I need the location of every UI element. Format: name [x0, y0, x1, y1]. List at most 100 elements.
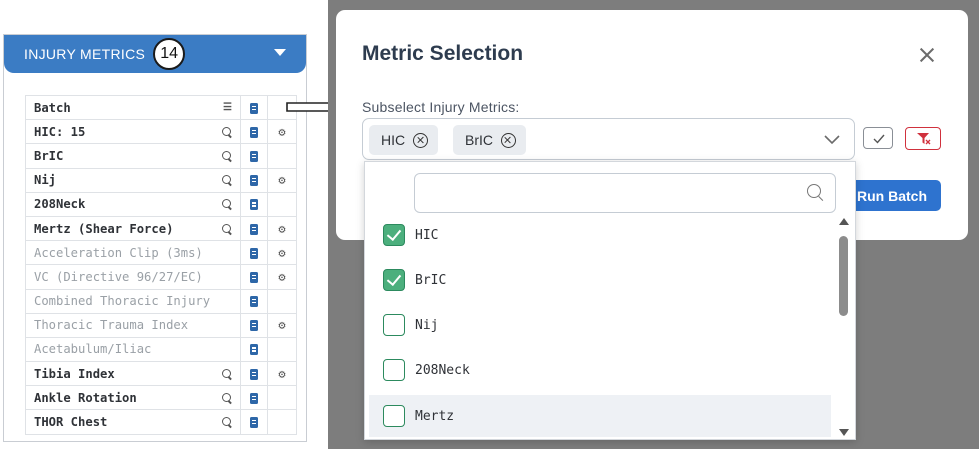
search-icon[interactable] — [222, 126, 232, 137]
metric-name-cell[interactable]: Batch ☰ — [25, 94, 241, 121]
settings-cell — [267, 288, 297, 314]
close-icon[interactable] — [917, 45, 937, 65]
search-icon[interactable] — [222, 150, 232, 161]
metric-name-cell[interactable]: Acetabulum/Iliac — [25, 336, 241, 363]
book-icon[interactable] — [250, 368, 258, 380]
metric-row[interactable]: THOR Chest — [25, 409, 297, 435]
doc-cell — [240, 385, 268, 411]
metric-row[interactable]: VC (Directive 96/27/EC) ⚙ — [25, 264, 297, 290]
metric-name-wrap: Ankle Rotation — [34, 391, 240, 405]
metric-row[interactable]: 208Neck — [25, 191, 297, 217]
doc-cell — [240, 167, 268, 193]
injury-metrics-title: INJURY METRICS — [24, 46, 146, 62]
book-icon[interactable] — [250, 175, 258, 187]
metric-row[interactable]: Combined Thoracic Injury — [25, 288, 297, 314]
checkbox-checked-icon[interactable] — [383, 224, 405, 246]
list-check-icon[interactable]: ☰ — [223, 102, 232, 113]
metric-list: Batch ☰ HIC: 15 ⚙ BrIC Nij ⚙ 208Neck Mertz (Shea… — [25, 94, 297, 435]
dropdown-search-input[interactable] — [414, 173, 836, 213]
book-icon[interactable] — [250, 296, 258, 308]
metric-name-cell[interactable]: Thoracic Trauma Index — [25, 312, 241, 338]
metric-name-cell[interactable]: 208Neck — [25, 191, 241, 217]
remove-chip-icon[interactable] — [413, 132, 429, 148]
gear-icon[interactable]: ⚙ — [278, 246, 285, 260]
checkbox-icon[interactable] — [383, 405, 405, 427]
search-icon[interactable] — [222, 417, 232, 427]
doc-cell — [240, 240, 268, 266]
book-icon[interactable] — [250, 392, 258, 404]
book-icon[interactable] — [250, 223, 258, 235]
metric-name-cell[interactable]: Combined Thoracic Injury — [25, 288, 241, 314]
metric-row[interactable]: BrIC — [25, 143, 297, 169]
search-icon[interactable] — [222, 175, 232, 185]
metric-name-cell[interactable]: VC (Directive 96/27/EC) — [25, 264, 241, 290]
doc-cell — [240, 288, 268, 314]
metric-row[interactable]: Acetabulum/Iliac — [25, 336, 297, 363]
dropdown-option[interactable]: HIC — [369, 214, 831, 256]
scroll-down-arrow-icon[interactable] — [839, 429, 849, 436]
dropdown-option[interactable]: Mertz — [369, 395, 831, 437]
book-icon[interactable] — [250, 102, 258, 114]
metric-row[interactable]: Tibia Index ⚙ — [25, 361, 297, 387]
metric-label: Batch — [34, 100, 71, 115]
search-icon[interactable] — [222, 392, 232, 403]
metric-name-wrap: Combined Thoracic Injury — [34, 294, 240, 308]
book-icon[interactable] — [250, 150, 258, 162]
dropdown-option[interactable]: 208Neck — [369, 349, 831, 391]
metric-label: Thoracic Trauma Index — [34, 318, 189, 333]
check-icon — [873, 134, 885, 144]
metric-row[interactable]: Batch ☰ — [25, 94, 297, 121]
checkbox-checked-icon[interactable] — [383, 269, 405, 291]
doc-cell — [240, 264, 268, 290]
dropdown-option[interactable]: BrIC — [369, 259, 831, 301]
metric-row[interactable]: Acceleration Clip (3ms) ⚙ — [25, 240, 297, 266]
metric-name-cell[interactable]: BrIC — [25, 143, 241, 169]
checkbox-icon[interactable] — [383, 359, 405, 381]
scroll-thumb[interactable] — [839, 236, 848, 316]
checkbox-icon[interactable] — [383, 314, 405, 336]
search-icon[interactable] — [222, 368, 232, 379]
metric-row[interactable]: Thoracic Trauma Index ⚙ — [25, 312, 297, 338]
book-icon[interactable] — [250, 320, 258, 332]
metric-name-cell[interactable]: Tibia Index — [25, 361, 241, 387]
metric-name-cell[interactable]: Ankle Rotation — [25, 385, 241, 411]
metric-name-cell[interactable]: Nij — [25, 167, 241, 193]
doc-cell — [240, 143, 268, 169]
metric-label: THOR Chest — [34, 415, 108, 430]
metric-row[interactable]: Mertz (Shear Force) ⚙ — [25, 215, 297, 242]
metric-row[interactable]: Nij ⚙ — [25, 167, 297, 193]
gear-icon[interactable]: ⚙ — [278, 270, 285, 284]
book-icon[interactable] — [250, 344, 258, 356]
book-icon[interactable] — [250, 126, 258, 138]
caret-down-icon[interactable] — [274, 49, 286, 56]
gear-icon[interactable]: ⚙ — [278, 173, 285, 187]
metric-row[interactable]: Ankle Rotation — [25, 385, 297, 411]
book-icon[interactable] — [250, 271, 258, 283]
dropdown-option[interactable]: Nij — [369, 304, 831, 346]
injury-metrics-header[interactable]: INJURY METRICS 14 — [4, 35, 306, 73]
book-icon[interactable] — [250, 247, 258, 259]
search-icon[interactable] — [222, 223, 232, 234]
book-icon[interactable] — [250, 199, 258, 211]
metric-name-cell[interactable]: Acceleration Clip (3ms) — [25, 240, 241, 266]
gear-icon[interactable]: ⚙ — [278, 222, 285, 236]
scroll-up-arrow-icon[interactable] — [839, 218, 849, 225]
metric-row[interactable]: HIC: 15 ⚙ — [25, 119, 297, 145]
book-icon[interactable] — [250, 417, 258, 429]
metric-name-cell[interactable]: THOR Chest — [25, 409, 241, 435]
doc-cell — [240, 94, 268, 121]
gear-icon[interactable]: ⚙ — [278, 318, 285, 332]
dropdown-scrollbar[interactable] — [837, 218, 851, 436]
gear-icon[interactable]: ⚙ — [278, 367, 285, 381]
select-all-button[interactable] — [863, 127, 893, 149]
chevron-down-icon[interactable] — [823, 133, 841, 145]
metric-name-cell[interactable]: HIC: 15 — [25, 119, 241, 145]
metric-name-cell[interactable]: Mertz (Shear Force) — [25, 215, 241, 242]
option-label: Nij — [415, 317, 439, 333]
metric-multiselect[interactable]: HIC BrIC — [362, 118, 855, 160]
gear-icon[interactable]: ⚙ — [278, 125, 285, 139]
chip-label: HIC — [381, 132, 406, 148]
clear-filter-button[interactable] — [905, 127, 941, 150]
remove-chip-icon[interactable] — [501, 132, 516, 148]
search-icon[interactable] — [222, 199, 232, 209]
